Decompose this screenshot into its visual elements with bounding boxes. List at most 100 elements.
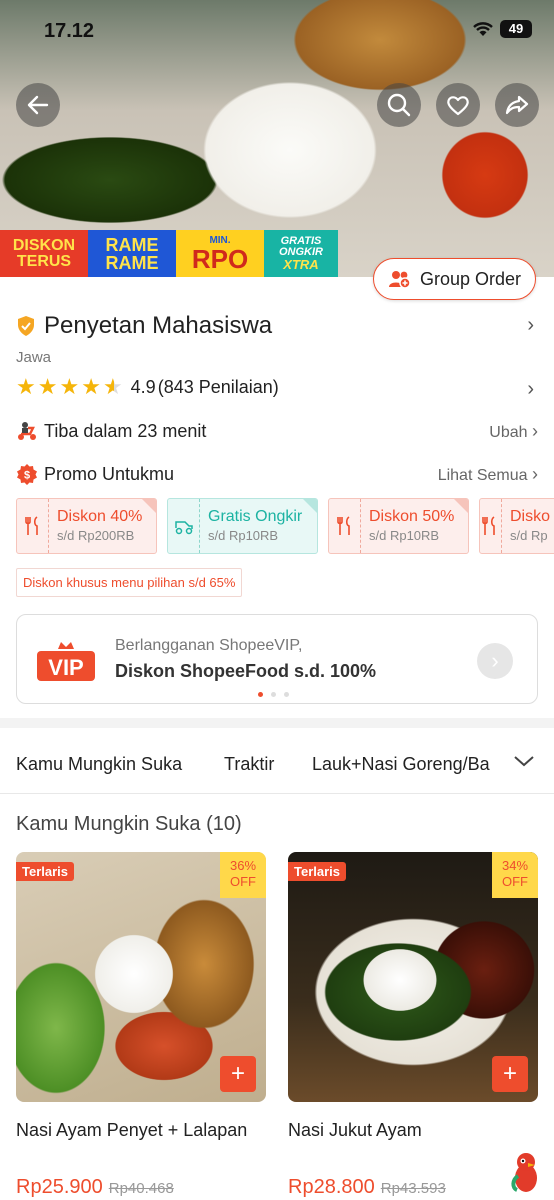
store-name: Penyetan Mahasiswa: [44, 312, 273, 339]
current-price: Rp25.900: [16, 1176, 103, 1198]
hero-banner: 17.12 49 DISKON TERUS RAME RAME MIN. RPO G…: [0, 0, 554, 277]
add-to-cart-button[interactable]: +: [220, 1056, 256, 1092]
voucher-list: Diskon 40% s/d Rp200RB Gratis Ongkir s/d R…: [16, 498, 554, 554]
voucher-card[interactable]: Diskon 50% s/d Rp10RB: [328, 498, 469, 554]
product-card[interactable]: Terlaris 36% OFF + Nasi Ayam Penyet + Lal…: [16, 852, 266, 1198]
store-header[interactable]: Penyetan Mahasiswa: [16, 312, 272, 340]
product-price: Rp25.900 Rp40.468: [16, 1176, 174, 1199]
chevron-right-icon[interactable]: ›: [527, 314, 534, 337]
voucher-card[interactable]: Gratis Ongkir s/d Rp10RB: [167, 498, 318, 554]
promo-tile-text: XTRA: [283, 257, 319, 272]
search-button[interactable]: [377, 83, 421, 127]
verified-shield-icon: [18, 316, 34, 336]
product-price: Rp28.800 Rp43.593: [288, 1176, 446, 1199]
section-title: Kamu Mungkin Suka (10): [16, 813, 242, 835]
original-price: Rp43.593: [380, 1180, 446, 1197]
discount-label: OFF: [502, 874, 528, 889]
carousel-dots: [258, 692, 289, 697]
check-corner-icon: [142, 499, 156, 513]
half-star-icon: ★: [102, 374, 123, 399]
discount-percent: 36%: [229, 858, 257, 873]
voucher-card[interactable]: Disko s/d Rp: [479, 498, 554, 554]
rating-count: (843 Penilaian): [157, 376, 279, 397]
see-all-promo-link[interactable]: Lihat Semua ›: [438, 464, 538, 485]
store-region: Jawa: [16, 349, 52, 366]
voucher-card[interactable]: Diskon 40% s/d Rp200RB: [16, 498, 157, 554]
cutlery-icon: [480, 499, 502, 553]
discount-badge: 34% OFF: [492, 852, 538, 898]
shopee-vip-banner[interactable]: VIP Berlangganan ShopeeVIP, Diskon Shope…: [16, 614, 538, 704]
vip-crown-logo: VIP: [37, 642, 95, 681]
discount-label: OFF: [230, 874, 256, 889]
back-button[interactable]: [16, 83, 60, 127]
current-price: Rp28.800: [288, 1176, 375, 1198]
discount-badge: 36% OFF: [220, 852, 266, 898]
delivery-truck-icon: [168, 499, 200, 553]
group-order-button[interactable]: Group Order: [372, 258, 536, 300]
favorite-button[interactable]: [436, 83, 480, 127]
rating-value: 4.9: [130, 376, 156, 397]
search-icon: [387, 93, 411, 117]
status-time: 17.12: [44, 20, 95, 42]
vip-logo-text: VIP: [48, 655, 83, 680]
voucher-sub: s/d Rp10RB: [369, 528, 440, 543]
product-name: Nasi Jukut Ayam: [288, 1120, 422, 1140]
svg-text:$: $: [24, 470, 30, 482]
category-tabs: Kamu Mungkin Suka Traktir Lauk+Nasi Gore…: [0, 728, 554, 794]
rating-row[interactable]: ★ ★ ★ ★ ★ 4.9 (843 Penilaian): [16, 376, 279, 398]
see-all-label: Lihat Semua: [437, 466, 528, 484]
delivery-label: Tiba dalam 23 menit: [44, 420, 207, 441]
battery-icon: 49: [500, 20, 532, 38]
promo-tile-diskon-terus: DISKON TERUS: [0, 230, 88, 277]
tab-traktir[interactable]: Traktir: [224, 754, 274, 775]
promo-tile-text: TERUS: [16, 252, 72, 270]
wifi-icon: [473, 22, 493, 36]
section-divider: [0, 718, 554, 728]
cutlery-icon: [329, 499, 361, 553]
voucher-sub: s/d Rp200RB: [57, 528, 135, 543]
delivery-row[interactable]: Tiba dalam 23 menit Ubah ›: [16, 420, 538, 442]
chevron-right-icon[interactable]: ›: [527, 378, 534, 401]
delivery-change-link[interactable]: Ubah ›: [489, 421, 538, 442]
vip-title: Diskon ShopeeFood s.d. 100%: [115, 661, 377, 681]
special-discount-note: Diskon khusus menu pilihan s/d 65%: [16, 568, 243, 597]
carousel-dot: [284, 692, 289, 697]
product-image[interactable]: Terlaris 34% OFF +: [288, 852, 538, 1102]
promo-tile-text: RPO: [191, 243, 249, 274]
voucher-sub: s/d Rp10RB: [208, 528, 279, 543]
original-price: Rp40.468: [108, 1180, 174, 1197]
voucher-title: Diskon 40%: [57, 508, 143, 525]
expand-categories-button[interactable]: [494, 728, 554, 793]
tab-kamu-mungkin-suka[interactable]: Kamu Mungkin Suka: [16, 754, 182, 775]
product-image[interactable]: Terlaris 36% OFF +: [16, 852, 266, 1102]
carousel-dot: [258, 692, 263, 697]
promo-tile-text: RAME: [105, 234, 159, 255]
tab-lauk-nasi-goreng[interactable]: Lauk+Nasi Goreng/Ba: [312, 754, 490, 775]
mascot-icon[interactable]: [508, 1150, 544, 1196]
promo-tile-text: DISKON: [12, 236, 76, 254]
bestseller-tag: Terlaris: [16, 862, 75, 881]
promo-tile-text: RAME: [105, 252, 159, 273]
chevron-right-icon: ›: [532, 463, 538, 484]
promo-row[interactable]: $ Promo Untukmu Lihat Semua ›: [16, 463, 538, 485]
promo-icon: $: [17, 464, 37, 485]
plus-icon: +: [502, 1060, 517, 1087]
share-button[interactable]: [495, 83, 539, 127]
status-icons: 49: [472, 20, 532, 38]
promo-tile-rame-rame: RAME RAME: [88, 230, 176, 277]
voucher-title: Gratis Ongkir: [208, 508, 303, 525]
promo-strip: DISKON TERUS RAME RAME MIN. RPO GRATIS ONG…: [0, 230, 338, 277]
product-card[interactable]: Terlaris 34% OFF + Nasi Jukut Ayam Rp28.8…: [288, 852, 538, 1198]
back-icon: [27, 95, 49, 115]
bestseller-tag: Terlaris: [288, 862, 347, 881]
add-to-cart-button[interactable]: +: [492, 1056, 528, 1092]
group-order-label: Group Order: [419, 268, 521, 289]
heart-icon: [447, 96, 469, 116]
cutlery-icon: [17, 499, 49, 553]
star-icon: ★: [37, 374, 58, 399]
voucher-title: Diskon 50%: [369, 508, 455, 525]
chevron-right-icon[interactable]: ›: [477, 643, 513, 679]
check-corner-icon: [454, 499, 468, 513]
voucher-sub: s/d Rp: [509, 528, 548, 543]
star-icon: ★: [59, 374, 80, 399]
